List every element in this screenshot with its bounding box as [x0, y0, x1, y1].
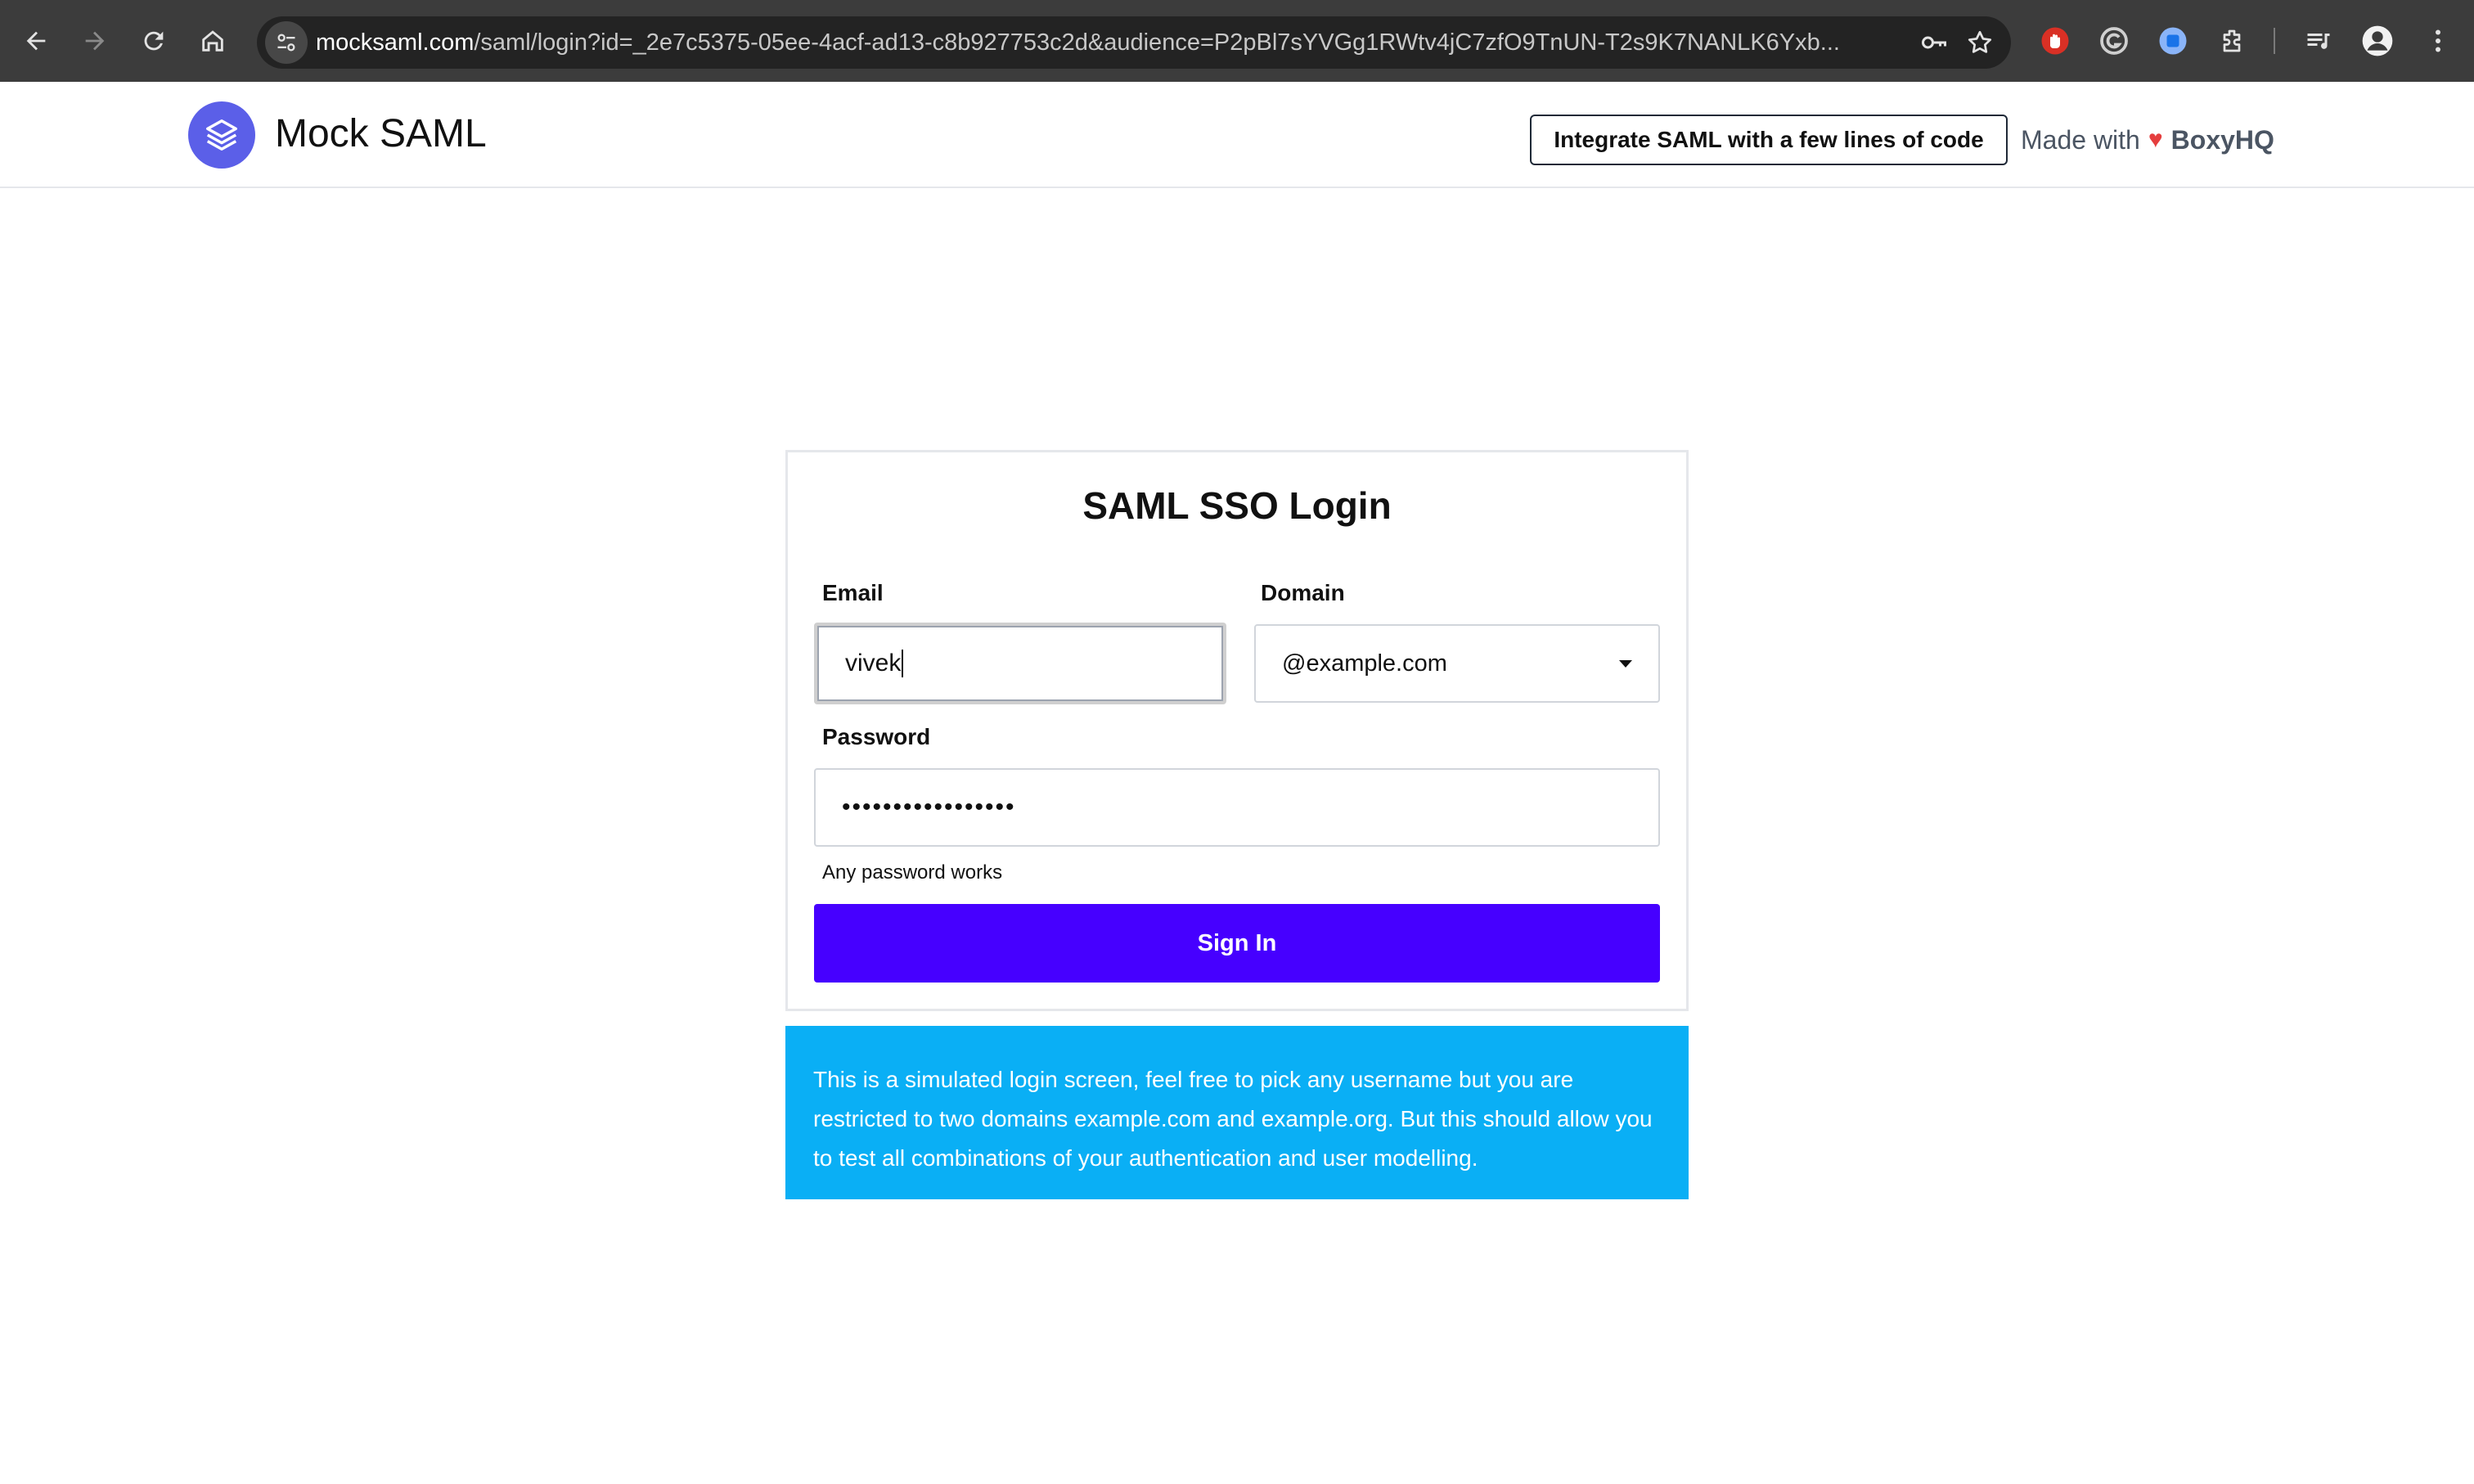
heart-icon: ♥ — [2148, 126, 2163, 153]
layers-icon — [206, 119, 237, 151]
browser-menu-button[interactable] — [2422, 25, 2454, 57]
domain-value: @example.com — [1282, 650, 1447, 677]
made-with-text: Made with — [2021, 124, 2140, 155]
home-button[interactable] — [190, 18, 236, 64]
info-text: This is a simulated login screen, feel f… — [813, 1067, 1653, 1171]
url-path: /saml/login?id=_2e7c5375-05ee-4acf-ad13-… — [474, 29, 1840, 56]
extensions-menu-button[interactable] — [2215, 25, 2248, 57]
login-card: SAML SSO Login Email vivek Domain @examp… — [785, 450, 1689, 1011]
forward-arrow-icon — [85, 31, 105, 51]
hand-stop-icon — [2041, 27, 2069, 55]
password-hint: Any password works — [822, 861, 1003, 884]
profile-avatar-icon — [2362, 25, 2393, 56]
boxyhq-link[interactable]: BoxyHQ — [2171, 125, 2274, 155]
made-with-link[interactable]: Made with ♥ BoxyHQ — [2021, 115, 2274, 165]
email-field[interactable]: vivek — [814, 623, 1226, 704]
forward-button[interactable] — [72, 18, 118, 64]
extension-grammarly-button[interactable] — [2098, 25, 2130, 57]
back-button[interactable] — [13, 18, 59, 64]
grammarly-icon — [2100, 27, 2128, 55]
profile-avatar-button[interactable] — [2361, 25, 2394, 57]
browser-toolbar: mocksaml.com/saml/login?id=_2e7c5375-05e… — [0, 0, 2474, 82]
key-icon — [1922, 36, 1946, 49]
dropdown-arrow-icon — [1619, 660, 1632, 668]
url-text: mocksaml.com/saml/login?id=_2e7c5375-05e… — [316, 16, 1903, 69]
text-caret — [902, 650, 904, 677]
email-label: Email — [822, 580, 884, 605]
reload-button[interactable] — [131, 18, 177, 64]
password-value: ••••••••••••••••• — [842, 794, 1016, 821]
integrate-saml-button[interactable]: Integrate SAML with a few lines of code — [1530, 115, 2008, 165]
extension-blue-button[interactable] — [2157, 25, 2189, 57]
puzzle-icon — [2223, 29, 2241, 52]
reload-icon — [144, 31, 164, 51]
site-info-button[interactable] — [265, 21, 308, 64]
domain-select[interactable]: @example.com — [1254, 624, 1660, 703]
info-notice: This is a simulated login screen, feel f… — [785, 1026, 1689, 1199]
home-icon — [202, 30, 223, 52]
brand-name[interactable]: Mock SAML — [275, 108, 487, 160]
toolbar-separator — [2274, 28, 2275, 54]
password-field[interactable]: ••••••••••••••••• — [814, 768, 1660, 847]
address-bar[interactable]: mocksaml.com/saml/login?id=_2e7c5375-05e… — [257, 16, 2011, 69]
back-arrow-icon — [26, 31, 46, 51]
site-header: Mock SAML Integrate SAML with a few line… — [0, 82, 2474, 188]
domain-label: Domain — [1261, 580, 1345, 605]
password-label: Password — [822, 724, 931, 749]
queue-music-icon — [2307, 34, 2330, 49]
media-controls-button[interactable] — [2302, 25, 2335, 57]
extension-badge-icon — [2159, 27, 2187, 55]
login-title: SAML SSO Login — [1082, 484, 1392, 527]
email-value: vivek — [845, 650, 902, 677]
password-key-button[interactable] — [1918, 26, 1950, 59]
bookmark-star-button[interactable] — [1963, 26, 1996, 59]
sign-in-button[interactable]: Sign In — [814, 904, 1660, 983]
kebab-menu-icon — [2436, 29, 2440, 52]
extension-stop-button[interactable] — [2039, 25, 2071, 57]
tune-icon — [277, 34, 295, 52]
star-icon — [1968, 30, 1992, 53]
url-host: mocksaml.com — [316, 29, 475, 56]
logo-badge[interactable] — [188, 101, 255, 169]
